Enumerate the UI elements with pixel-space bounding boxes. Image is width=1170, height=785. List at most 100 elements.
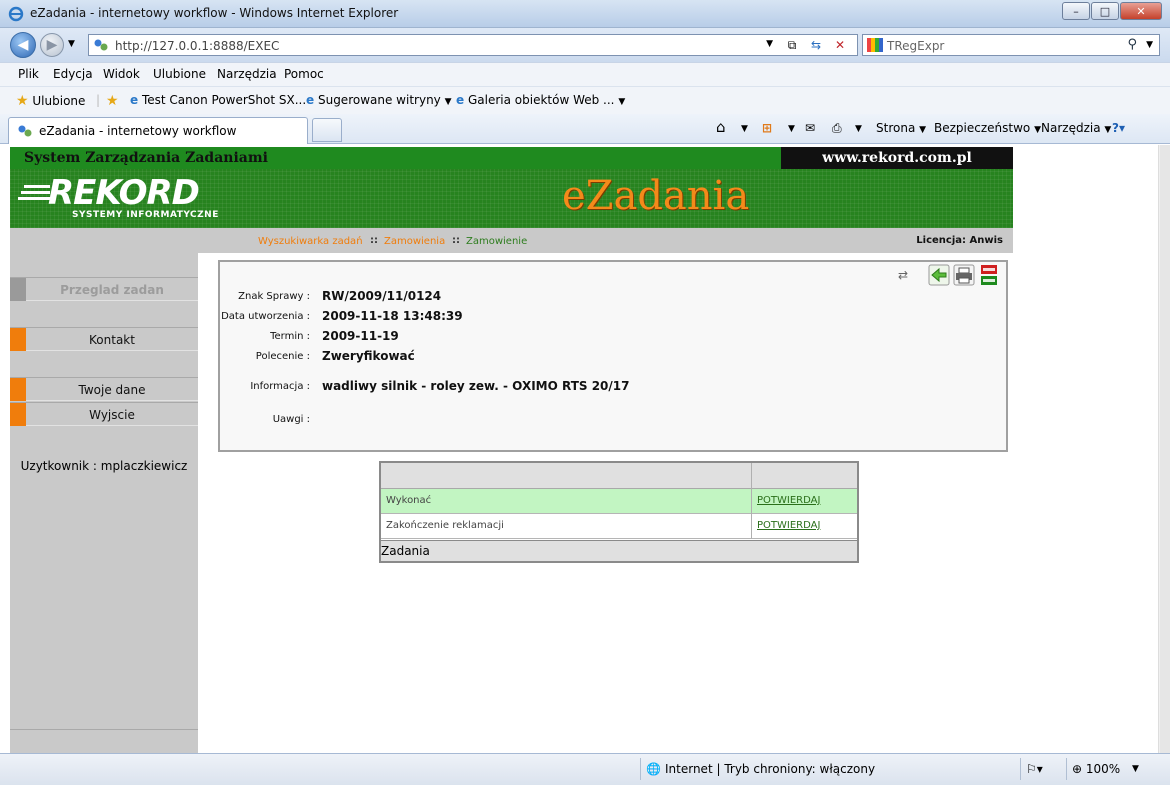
favorite-link-2[interactable]: e Sugerowane witryny ▼ bbox=[306, 93, 452, 107]
menu-widok[interactable]: Widok bbox=[103, 67, 140, 81]
minimize-button[interactable]: – bbox=[1062, 2, 1090, 20]
ie-page-icon: e bbox=[130, 93, 139, 107]
security-zone[interactable]: Internet | Tryb chroniony: włączony bbox=[665, 762, 875, 776]
detail-toolbar: ⇄ bbox=[889, 264, 1000, 286]
table-header bbox=[381, 463, 857, 489]
breadcrumb-zamowienie[interactable]: Zamowienie bbox=[466, 236, 527, 247]
favorites-label: Ulubione bbox=[32, 94, 86, 108]
sidebar-marker bbox=[10, 278, 26, 301]
safety-menu-label: Bezpieczeństwo bbox=[934, 121, 1031, 135]
tab-title: eZadania - internetowy workflow bbox=[39, 124, 237, 138]
search-box[interactable]: TRegExpr ⚲ ▼ bbox=[862, 34, 1160, 56]
zoom-icon: ⊕ bbox=[1072, 762, 1083, 776]
favorite-link-1[interactable]: e Test Canon PowerShot SX... bbox=[130, 93, 306, 107]
close-button[interactable]: ✕ bbox=[1120, 2, 1162, 20]
favorites-button[interactable]: ★ Ulubione bbox=[16, 93, 85, 109]
back-arrow-icon[interactable] bbox=[928, 264, 950, 286]
confirm-link[interactable]: POTWIERDAJ bbox=[757, 495, 820, 506]
site-favicon-icon bbox=[18, 125, 32, 137]
breadcrumb-zamowienia[interactable]: Zamowienia bbox=[384, 236, 445, 247]
favorite-link-1-label: Test Canon PowerShot SX... bbox=[141, 93, 307, 107]
refresh-icon[interactable]: ⇆ bbox=[807, 37, 825, 53]
vertical-scrollbar[interactable] bbox=[1158, 145, 1170, 753]
print-icon[interactable]: ⎙ bbox=[832, 121, 842, 136]
address-toolbar: ◀ ▶ ▼ http://127.0.0.1:8888/EXEC ▼ ⧉ ⇆ ✕… bbox=[0, 28, 1170, 62]
home-dropdown-icon[interactable]: ▼ bbox=[741, 124, 748, 134]
new-tab-button[interactable] bbox=[312, 118, 342, 142]
favorite-link-2-label: Sugerowane witryny bbox=[317, 93, 441, 107]
table-row: Zakończenie reklamacji POTWIERDAJ bbox=[381, 514, 857, 539]
maximize-button[interactable]: □ bbox=[1091, 2, 1119, 20]
refresh-icon[interactable]: ⇄ bbox=[892, 264, 914, 286]
forward-button[interactable]: ▶ bbox=[40, 33, 64, 57]
breadcrumb-wyszukiwarka[interactable]: Wyszukiwarka zadań bbox=[258, 236, 363, 247]
arrow-right-icon: ▶ bbox=[46, 37, 58, 53]
menu-narzedzia[interactable]: Narzędzia bbox=[217, 67, 277, 81]
feed-dropdown-icon[interactable]: ▼ bbox=[788, 124, 795, 134]
search-dropdown-icon[interactable]: ▼ bbox=[1146, 40, 1153, 50]
help-icon[interactable]: ?▾ bbox=[1112, 121, 1125, 135]
license-label: Licencja: Anwis bbox=[916, 235, 1003, 246]
star-icon: ★ bbox=[16, 93, 29, 109]
address-bar[interactable]: http://127.0.0.1:8888/EXEC ▼ ⧉ ⇆ ✕ bbox=[88, 34, 858, 56]
print-dropdown-icon[interactable]: ▼ bbox=[855, 124, 862, 134]
zoom-dropdown-icon[interactable]: ▼ bbox=[1132, 764, 1139, 774]
logo-stripes-icon bbox=[18, 185, 50, 200]
sidebar-item-kontakt[interactable]: Kontakt bbox=[10, 327, 198, 351]
sidebar-marker bbox=[10, 328, 26, 351]
ie-suggested-icon: e bbox=[306, 93, 315, 107]
stop-icon[interactable]: ✕ bbox=[831, 37, 849, 53]
menu-edycja[interactable]: Edycja bbox=[53, 67, 93, 81]
sidebar-item-label: Kontakt bbox=[89, 333, 135, 347]
field-value: 2009-11-18 13:48:39 bbox=[322, 309, 463, 323]
zoom-level: 100% bbox=[1085, 762, 1121, 776]
safety-menu[interactable]: Bezpieczeństwo ▼ bbox=[934, 121, 1041, 135]
mail-icon[interactable]: ✉ bbox=[805, 121, 815, 135]
sidebar-item-wyjscie[interactable]: Wyjscie bbox=[10, 402, 198, 426]
search-input[interactable]: TRegExpr bbox=[887, 39, 944, 53]
export-pdf-xls-icon[interactable] bbox=[978, 264, 1000, 286]
company-url[interactable]: www.rekord.com.pl bbox=[781, 147, 1013, 169]
status-bar: 🌐 Internet | Tryb chroniony: włączony ⚐▾… bbox=[0, 753, 1170, 785]
menu-plik[interactable]: Plik bbox=[18, 67, 39, 81]
task-name: Wykonać bbox=[386, 495, 432, 506]
favorites-bar: ★ Ulubione | ★ e Test Canon PowerShot SX… bbox=[0, 86, 1170, 114]
back-button[interactable]: ◀ bbox=[10, 32, 36, 58]
field-label: Polecenie : bbox=[255, 351, 310, 362]
favorite-link-3-label: Galeria obiektów Web ... bbox=[467, 93, 615, 107]
globe-icon: 🌐 bbox=[646, 762, 661, 776]
zoom-control[interactable]: ⊕ 100% bbox=[1072, 762, 1120, 776]
add-favorite-icon[interactable]: ★ bbox=[106, 93, 119, 109]
internet-explorer-icon bbox=[8, 6, 24, 22]
sidebar-divider bbox=[10, 729, 198, 730]
page-menu[interactable]: Strona ▼ bbox=[876, 121, 926, 135]
home-icon[interactable]: ⌂ bbox=[716, 118, 726, 136]
sidebar: Przeglad zadan Kontakt Twoje dane Wyjsci… bbox=[10, 253, 198, 753]
sidebar-item-przeglad-zadan[interactable]: Przeglad zadan bbox=[10, 277, 198, 301]
table-caption: Zadania bbox=[381, 544, 430, 558]
tools-menu[interactable]: Narzędzia ▼ bbox=[1041, 121, 1111, 135]
confirm-link[interactable]: POTWIERDAJ bbox=[757, 520, 820, 531]
rss-feed-icon[interactable]: ⊞ bbox=[762, 121, 772, 135]
url-text[interactable]: http://127.0.0.1:8888/EXEC bbox=[115, 39, 279, 53]
menu-pomoc[interactable]: Pomoc bbox=[284, 67, 324, 81]
sidebar-item-twoje-dane[interactable]: Twoje dane bbox=[10, 377, 198, 401]
print-icon[interactable] bbox=[953, 264, 975, 286]
pop-up-blocker-icon[interactable]: ⚐▾ bbox=[1026, 762, 1043, 776]
app-title: eZadania bbox=[562, 173, 750, 219]
history-dropdown-icon[interactable]: ▼ bbox=[68, 39, 75, 49]
address-dropdown-icon[interactable]: ▼ bbox=[766, 39, 773, 49]
sidebar-item-label: Przeglad zadan bbox=[60, 283, 164, 297]
breadcrumb: Wyszukiwarka zadań :: Zamowienia :: Zamo… bbox=[10, 228, 1013, 253]
current-user: Uzytkownik : mplaczkiewicz bbox=[20, 459, 188, 473]
tab-ezadania[interactable]: eZadania - internetowy workflow bbox=[8, 117, 308, 144]
menu-ulubione[interactable]: Ulubione bbox=[153, 67, 206, 81]
system-title: System Zarządzania Zadaniami bbox=[24, 150, 268, 166]
web-slice-icon: e bbox=[456, 93, 465, 107]
favorite-link-3[interactable]: e Galeria obiektów Web ... ▼ bbox=[456, 93, 625, 107]
chevron-down-icon: ▼ bbox=[1104, 125, 1112, 135]
compatibility-view-icon[interactable]: ⧉ bbox=[783, 37, 801, 53]
site-favicon-icon bbox=[94, 39, 108, 51]
task-name: Zakończenie reklamacji bbox=[386, 520, 504, 531]
search-icon[interactable]: ⚲ bbox=[1127, 37, 1137, 52]
